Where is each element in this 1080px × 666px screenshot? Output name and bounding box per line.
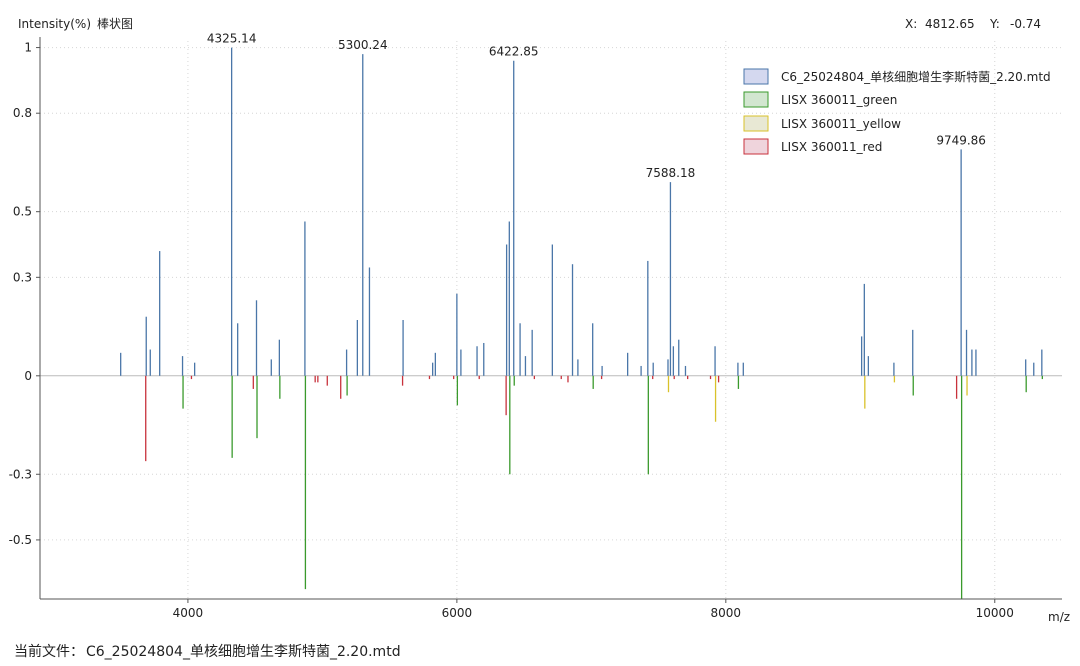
legend-label-sample: C6_25024804_单核细胞增生李斯特菌_2.20.mtd — [781, 69, 1051, 84]
status-prefix: 当前文件： — [14, 644, 84, 660]
y-tick-label-2: 0 — [24, 369, 32, 383]
legend-item-sample[interactable]: C6_25024804_单核细胞增生李斯特菌_2.20.mtd — [743, 68, 1051, 85]
legend-item-yellow[interactable]: LISX 360011_yellow — [743, 115, 901, 132]
cursor-x-label: X: — [905, 17, 917, 31]
legend[interactable]: C6_25024804_单核细胞增生李斯特菌_2.20.mtd LISX 360… — [743, 68, 1051, 155]
axes — [39, 37, 1062, 600]
status-bar: 当前文件： C6_25024804_单核细胞增生李斯特菌_2.20.mtd — [14, 641, 401, 661]
legend-label-green: LISX 360011_green — [781, 93, 897, 107]
legend-item-red[interactable]: LISX 360011_red — [743, 138, 882, 155]
peak-label-2: 6422.85 — [489, 45, 539, 59]
x-axis-title: m/z — [1048, 610, 1070, 624]
legend-swatch-green — [743, 91, 769, 108]
legend-swatch-yellow — [743, 115, 769, 132]
x-ticks: 4000 6000 8000 10000 — [173, 599, 1014, 620]
legend-item-green[interactable]: LISX 360011_green — [743, 91, 897, 108]
peak-label-4: 9749.86 — [936, 133, 986, 147]
y-tick-label-0: -0.5 — [9, 533, 32, 547]
cursor-x-value: 4812.65 — [925, 17, 975, 31]
x-tick-label-2: 8000 — [711, 606, 742, 620]
peak-label-0: 4325.14 — [207, 32, 257, 46]
y-tick-label-1: -0.3 — [9, 467, 32, 481]
peak-label-3: 7588.18 — [646, 166, 696, 180]
y-tick-label-4: 0.5 — [13, 205, 32, 219]
x-tick-label-1: 6000 — [442, 606, 473, 620]
y-tick-label-5: 0.8 — [13, 106, 32, 120]
legend-swatch-sample — [743, 68, 769, 85]
y-tick-label-6: 1 — [24, 41, 32, 55]
legend-swatch-red — [743, 138, 769, 155]
legend-label-red: LISX 360011_red — [781, 140, 882, 154]
cursor-y-label: Y: — [989, 17, 1000, 31]
grid-lines — [40, 41, 1062, 599]
current-file-name: C6_25024804_单核细胞增生李斯特菌_2.20.mtd — [86, 644, 401, 660]
bars-group — [120, 47, 1043, 599]
legend-label-yellow: LISX 360011_yellow — [781, 117, 901, 131]
y-tick-label-3: 0.3 — [13, 270, 32, 284]
peak-label-1: 5300.24 — [338, 38, 388, 52]
y-axis-title: Intensity(%) 棒状图 — [18, 17, 133, 31]
y-ticks: -0.5 -0.3 0 0.3 0.5 0.8 1 — [9, 41, 40, 547]
x-tick-label-3: 10000 — [976, 606, 1014, 620]
x-tick-label-0: 4000 — [173, 606, 204, 620]
cursor-y-value: -0.74 — [1010, 17, 1041, 31]
spectrum-bar-chart[interactable]: Intensity(%) 棒状图 X: 4812.65 Y: -0.74 -0.5… — [0, 0, 1080, 640]
